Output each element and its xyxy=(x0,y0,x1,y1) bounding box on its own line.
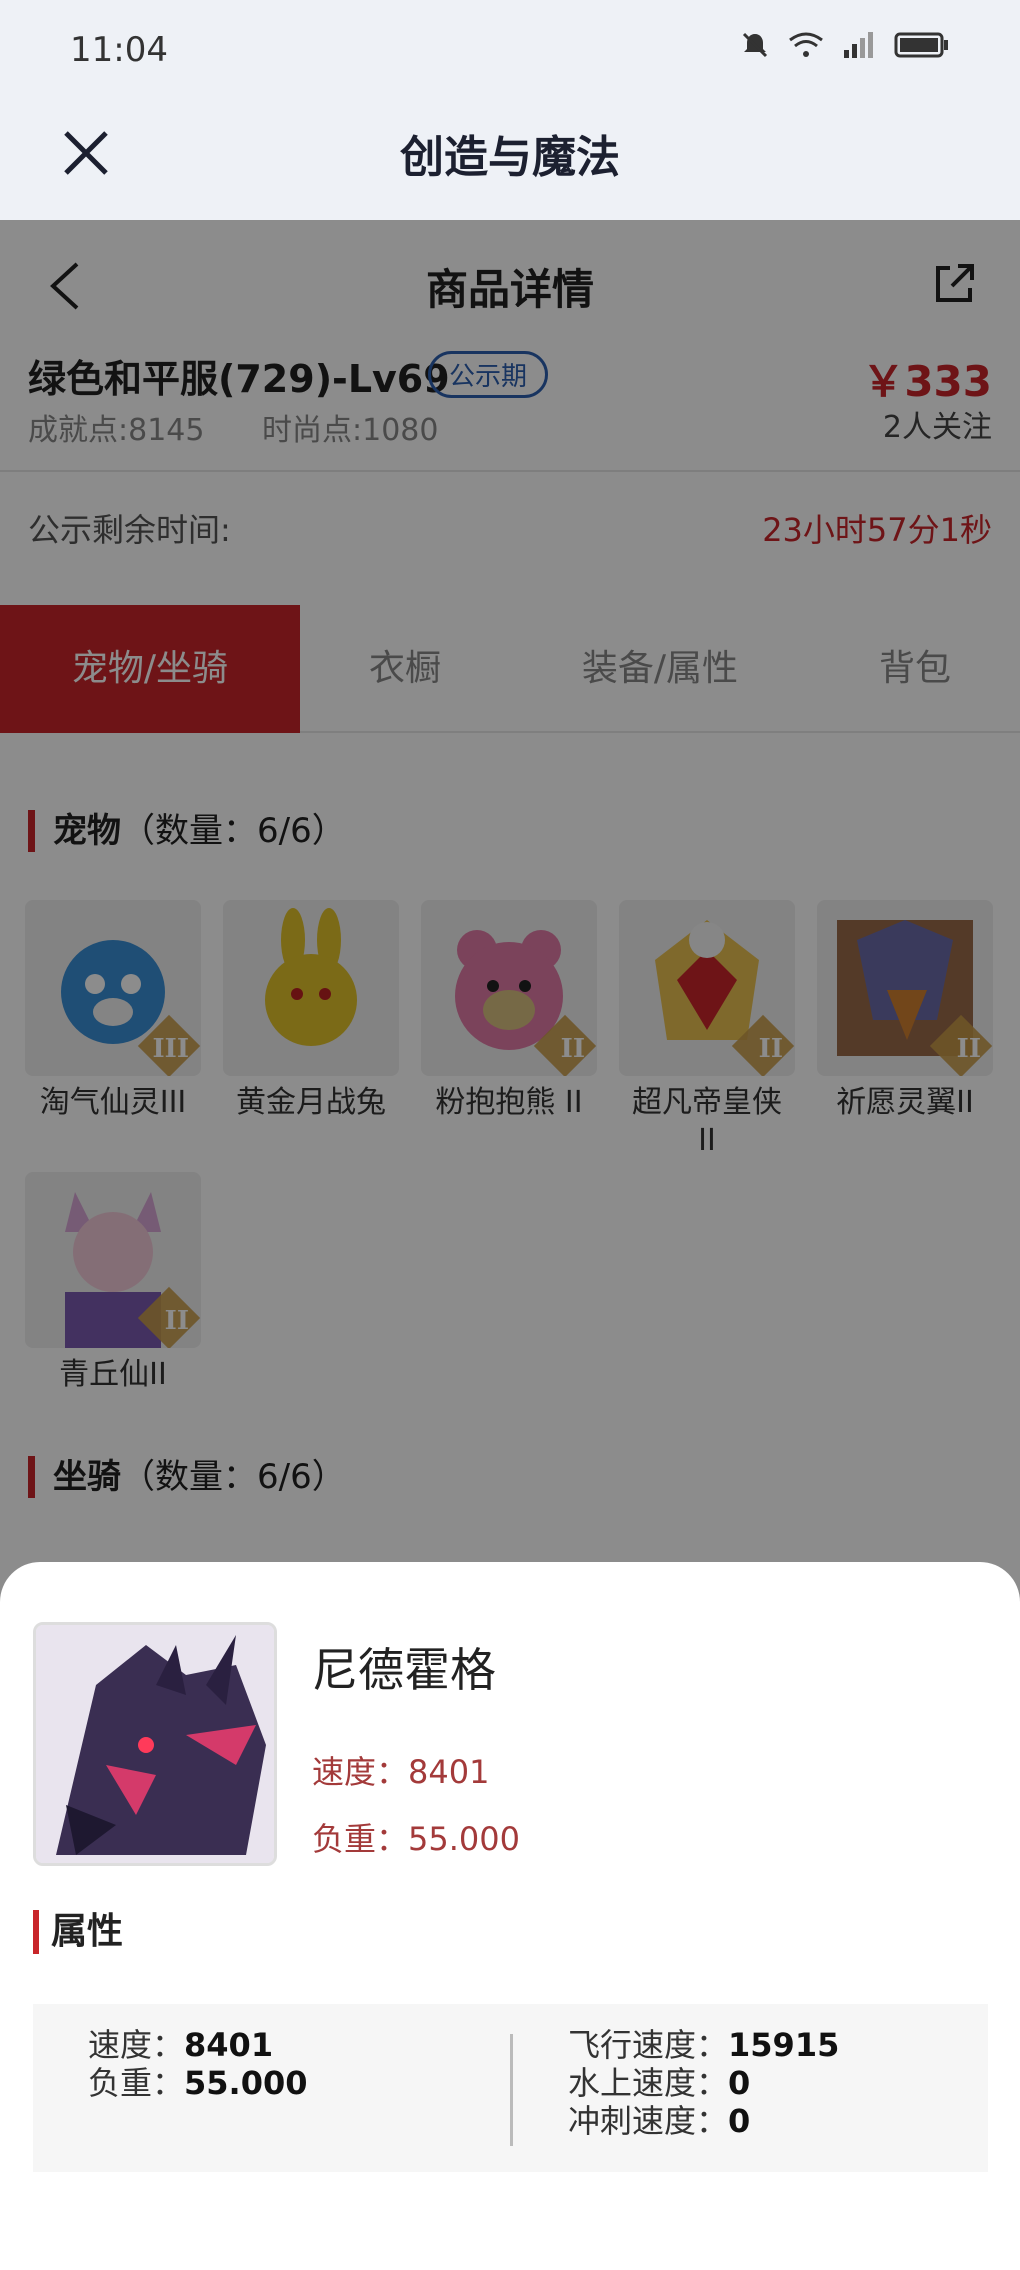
attributes-right: 飞行速度：15915 水上速度：0 冲刺速度：0 xyxy=(568,2026,839,2140)
wifi-icon xyxy=(789,32,823,57)
signal-icon xyxy=(844,32,873,58)
battery-icon xyxy=(894,32,948,58)
status-time: 11:04 xyxy=(70,30,168,70)
status-icons xyxy=(740,30,950,60)
attributes-panel: 速度：8401 负重：55.000 飞行速度：15915 水上速度：0 冲刺速度… xyxy=(33,2004,988,2172)
app-title-bar: 创造与魔法 xyxy=(0,105,1020,220)
mute-bell-icon xyxy=(742,32,768,58)
divider xyxy=(510,2034,513,2146)
mount-name: 尼德霍格 xyxy=(312,1643,496,1697)
attr-row: 飞行速度：15915 xyxy=(568,2026,840,2064)
mount-detail-sheet: 尼德霍格 速度：8401 负重：55.000 属性 速度：8401 负重：55.… xyxy=(0,1562,1020,2270)
mount-image xyxy=(33,1622,277,1866)
mount-speed: 速度：8401 xyxy=(312,1753,490,1791)
attributes-title: 属性 xyxy=(33,1910,123,1954)
app-title: 创造与魔法 xyxy=(400,132,620,183)
attr-row: 负重：55.000 xyxy=(88,2064,308,2102)
attr-row: 水上速度：0 xyxy=(568,2064,751,2102)
attr-row: 速度：8401 xyxy=(88,2026,274,2064)
status-bar: 11:04 xyxy=(0,0,1020,105)
attributes-left: 速度：8401 负重：55.000 xyxy=(88,2026,308,2102)
attr-row: 冲刺速度：0 xyxy=(568,2102,751,2140)
mount-load: 负重：55.000 xyxy=(312,1820,520,1858)
